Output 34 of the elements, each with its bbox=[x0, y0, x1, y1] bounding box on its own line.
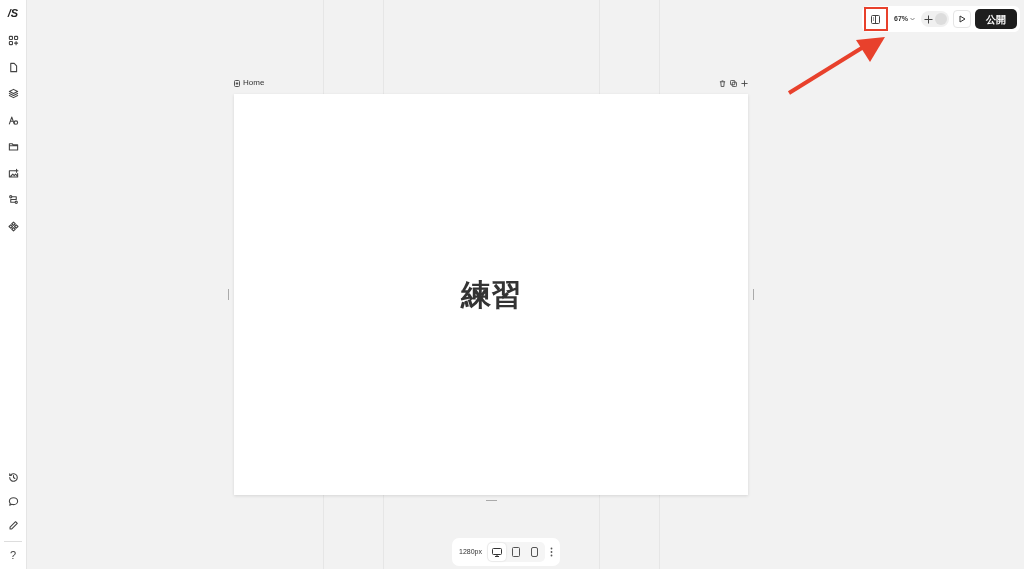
panel-icon bbox=[871, 14, 881, 24]
phone-icon bbox=[531, 547, 539, 557]
more-icon[interactable] bbox=[549, 547, 553, 557]
panel-toggle-button[interactable] bbox=[864, 7, 888, 31]
apps-icon[interactable] bbox=[7, 35, 19, 46]
pencil-icon[interactable] bbox=[7, 520, 19, 531]
device-toggle[interactable] bbox=[487, 543, 506, 561]
resize-handle[interactable] bbox=[486, 500, 497, 501]
layers-icon[interactable] bbox=[7, 88, 19, 99]
play-icon bbox=[958, 15, 966, 23]
resize-handle[interactable] bbox=[753, 289, 754, 300]
add-icon[interactable] bbox=[741, 79, 748, 87]
preview-button[interactable] bbox=[953, 10, 971, 28]
desktop-icon bbox=[491, 547, 502, 557]
help-button[interactable]: ? bbox=[9, 550, 17, 561]
caret-icon bbox=[910, 17, 915, 21]
page-heading: 練習 bbox=[461, 276, 521, 314]
duplicate-icon[interactable] bbox=[730, 79, 737, 87]
trash-icon[interactable] bbox=[719, 79, 726, 87]
history-icon[interactable] bbox=[7, 472, 19, 483]
add-icon[interactable] bbox=[923, 13, 934, 25]
logo[interactable]: /S bbox=[7, 8, 19, 24]
chat-bubble-icon[interactable] bbox=[7, 496, 19, 507]
component-icon[interactable] bbox=[7, 220, 19, 232]
folder-icon[interactable] bbox=[7, 141, 19, 152]
resize-handle[interactable] bbox=[228, 289, 229, 300]
tablet-icon bbox=[511, 547, 520, 557]
page-icon bbox=[234, 79, 240, 87]
frame-name[interactable]: Home bbox=[243, 79, 265, 87]
image-add-icon[interactable] bbox=[7, 167, 19, 179]
flow-icon[interactable] bbox=[7, 194, 19, 205]
publish-button[interactable]: 公開 bbox=[975, 9, 1017, 29]
page-icon[interactable] bbox=[7, 61, 19, 73]
typography-icon[interactable] bbox=[7, 114, 19, 126]
